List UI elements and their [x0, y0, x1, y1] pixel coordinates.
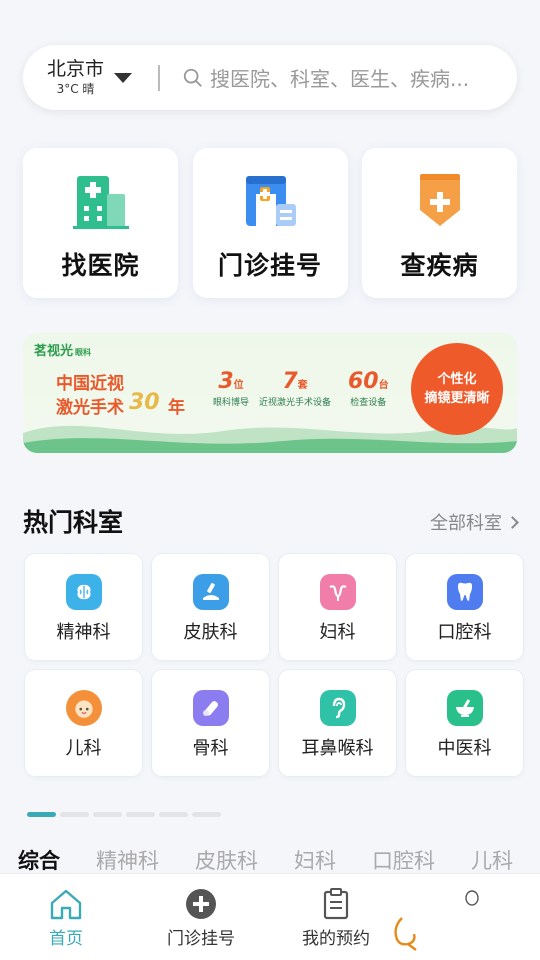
dept-ent[interactable]: 耳鼻喉科 [279, 670, 396, 776]
find-hospital-label: 找医院 [61, 251, 140, 280]
dept-pediatrics[interactable]: 儿科 [25, 670, 142, 776]
dept-orthopedics[interactable]: 骨科 [152, 670, 269, 776]
find-hospital-card[interactable]: 找医院 [23, 148, 178, 298]
chevron-right-icon [506, 515, 519, 529]
nav-registration-label: 门诊挂号 [167, 929, 235, 949]
nav-registration[interactable]: 门诊挂号 [167, 886, 235, 949]
chevron-down-icon [114, 72, 133, 83]
search-icon [183, 68, 202, 87]
disease-shield-icon [419, 174, 460, 226]
department-grid: 精神科 皮肤科 妇科 口腔科 儿科 骨科 耳鼻喉科 中医科 [25, 554, 525, 776]
banner-brand-name: 茗视光 [34, 344, 74, 359]
divider [158, 64, 160, 91]
dept-gynecology[interactable]: 妇科 [279, 554, 396, 660]
check-disease-card[interactable]: 查疾病 [362, 148, 517, 298]
dept-label: 耳鼻喉科 [301, 738, 374, 759]
dept-tcm[interactable]: 中医科 [406, 670, 523, 776]
page-dot [93, 812, 122, 817]
page-dot [60, 812, 89, 817]
banner-stat: 7套 近视激光手术设备 [259, 369, 331, 408]
banner-stat-unit: 套 [297, 380, 308, 391]
banner-title-line1: 中国近视 [56, 374, 124, 394]
dept-dermatology[interactable]: 皮肤科 [152, 554, 269, 660]
all-departments-label: 全部科室 [430, 513, 502, 534]
banner-stat-desc: 眼科博导 [213, 398, 250, 408]
weather-label: 3°C 晴 [56, 81, 95, 96]
banner-stat-number: 7 [282, 369, 298, 394]
banner-stat: 3位 眼科博导 [213, 369, 249, 408]
banner-stat-desc: 近视激光手术设备 [259, 398, 332, 408]
banner-brand-sub: 眼科 [75, 348, 92, 357]
clinic-registration-card[interactable]: 门诊挂号 [192, 148, 348, 298]
quick-actions: 找医院 门诊挂号 查疾病 [23, 148, 517, 298]
bone-icon [192, 690, 229, 726]
clipboard-icon [323, 888, 349, 920]
handle-icon [394, 917, 417, 951]
banner-stat-number: 3 [218, 369, 234, 394]
banner-stat-number: 60 [348, 369, 379, 394]
section-title: 热门科室 [23, 508, 124, 537]
hospital-building-icon [72, 176, 129, 229]
status-dot-icon [465, 890, 479, 906]
dept-label: 口腔科 [437, 622, 492, 643]
nav-home-label: 首页 [49, 929, 83, 949]
banner-brand: 茗视光 眼科 [34, 340, 91, 359]
banner-years-number: 30 [129, 390, 160, 415]
skin-icon [192, 574, 229, 610]
clinic-registration-label: 门诊挂号 [217, 251, 322, 280]
dept-label: 妇科 [319, 622, 356, 643]
nav-appointments[interactable]: 我的预约 [302, 886, 370, 949]
search-input[interactable]: 搜医院、科室、医生、疾病... [210, 63, 500, 92]
dept-psychiatry[interactable]: 精神科 [25, 554, 142, 660]
dept-label: 精神科 [56, 622, 111, 643]
page-indicator [27, 812, 221, 817]
banner-title-line2: 激光手术 [56, 398, 124, 418]
nav-home[interactable]: 首页 [48, 886, 84, 949]
clinic-registration-icon [246, 176, 296, 226]
banner-stat-unit: 位 [233, 380, 244, 391]
nav-appointments-label: 我的预约 [302, 929, 370, 949]
page-dot [159, 812, 188, 817]
tab-comprehensive[interactable]: 综合 [18, 845, 60, 875]
banner-stat-unit: 台 [378, 380, 389, 391]
banner-stat: 60台 检查设备 [348, 369, 389, 408]
home-icon [50, 889, 82, 920]
location-selector[interactable]: 北京市 3°C 晴 [23, 58, 158, 98]
uterus-icon [319, 574, 356, 610]
tooth-icon [446, 574, 483, 610]
dept-stomatology[interactable]: 口腔科 [406, 554, 523, 660]
page-dot [192, 812, 221, 817]
banner-stat-desc: 检查设备 [350, 398, 387, 408]
baby-icon [65, 690, 102, 726]
banner-years-suffix: 年 [168, 398, 185, 418]
search-bar[interactable]: 北京市 3°C 晴 搜医院、科室、医生、疾病... [23, 45, 517, 110]
dept-label: 中医科 [437, 738, 492, 759]
tab-pediatrics[interactable]: 儿科 [471, 845, 513, 875]
ear-icon [319, 690, 356, 726]
banner-bubble-line1: 个性化 [437, 372, 477, 387]
dept-label: 皮肤科 [183, 622, 238, 643]
banner-bubble-line2: 摘镜更清晰 [424, 391, 490, 406]
city-label: 北京市 [47, 57, 105, 80]
plus-circle-icon [186, 889, 216, 919]
tab-dermatology[interactable]: 皮肤科 [195, 845, 258, 875]
brain-icon [65, 574, 102, 610]
banner-bubble: 个性化 摘镜更清晰 [411, 343, 503, 435]
mortar-icon [446, 690, 483, 726]
dept-label: 骨科 [192, 738, 229, 759]
page-dot [126, 812, 155, 817]
dept-label: 儿科 [65, 738, 102, 759]
page-dot-active [27, 812, 56, 817]
tab-gynecology[interactable]: 妇科 [294, 845, 336, 875]
category-tabs: 综合 精神科 皮肤科 妇科 口腔科 儿科 [18, 845, 540, 875]
tab-psychiatry[interactable]: 精神科 [96, 845, 159, 875]
tab-stomatology[interactable]: 口腔科 [372, 845, 435, 875]
promo-banner[interactable]: 茗视光 眼科 中国近视 激光手术 30 年 3位 眼科博导 7套 近视激光手术设备… [23, 333, 517, 453]
bottom-nav: 首页 门诊挂号 我的预约 [0, 873, 540, 960]
all-departments-link[interactable]: 全部科室 [430, 509, 519, 535]
check-disease-label: 查疾病 [400, 251, 479, 280]
